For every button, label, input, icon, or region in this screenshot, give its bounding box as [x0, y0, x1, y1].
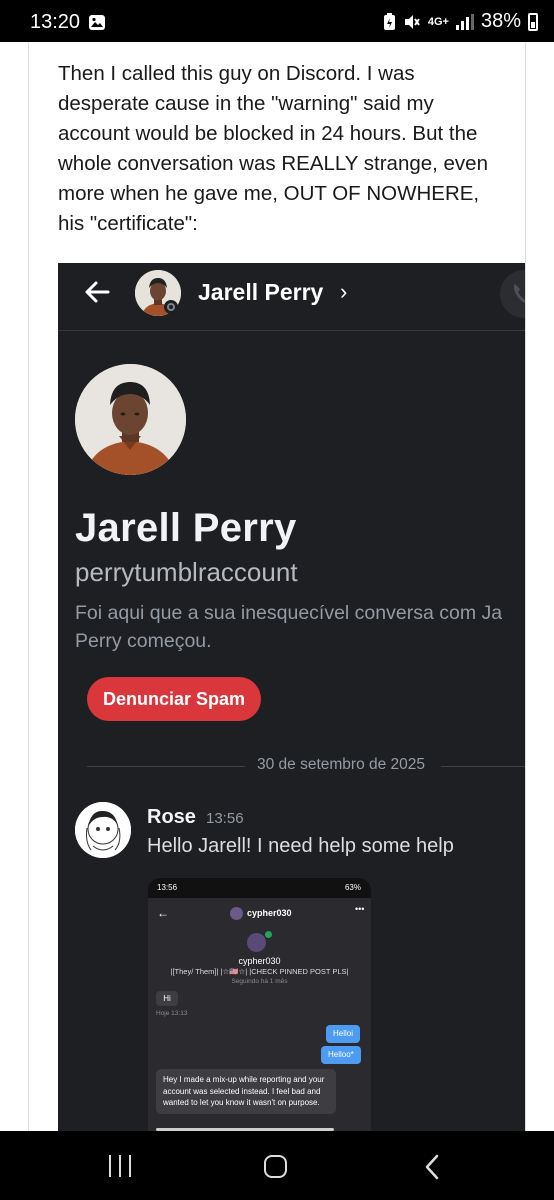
- message-avatar[interactable]: [75, 802, 131, 858]
- chevron-right-icon[interactable]: ›: [340, 279, 347, 305]
- status-indicator: [164, 300, 178, 314]
- embedded-profile-avatar: [247, 933, 266, 952]
- embedded-timestamp: Hoje 13:13: [156, 1010, 188, 1017]
- discord-header: Jarell Perry ›: [58, 263, 525, 331]
- home-icon[interactable]: [264, 1155, 287, 1178]
- embedded-back-arrow-icon: ←: [157, 906, 169, 920]
- profile-avatar[interactable]: [75, 364, 186, 475]
- date-divider-line-left: [87, 766, 245, 767]
- gallery-icon: [89, 15, 105, 30]
- date-divider-line-right: [441, 766, 525, 767]
- message-author[interactable]: Rose: [147, 806, 196, 829]
- embedded-online-indicator: [264, 930, 273, 939]
- embedded-following: Seguindo há 1 mês: [231, 978, 288, 985]
- navigation-bar: [0, 1131, 554, 1200]
- phone-icon: [514, 284, 525, 304]
- embedded-outgoing-message: Helloo*: [321, 1046, 361, 1064]
- profile-username: perrytumblraccount: [75, 557, 298, 587]
- embedded-header-name: cypher030: [247, 908, 292, 918]
- profile-description: Foi aqui que a sua inesquecível conversa…: [75, 599, 525, 655]
- status-icons: 4G+ 38%: [383, 10, 538, 33]
- message-text: Hello Jarell! I need help some help: [147, 835, 454, 857]
- profile-display-name: Jarell Perry: [75, 506, 297, 550]
- call-button[interactable]: [500, 270, 525, 318]
- report-spam-button[interactable]: Denunciar Spam: [87, 677, 261, 721]
- back-icon[interactable]: [422, 1154, 442, 1180]
- embedded-more-icon: •••: [355, 904, 365, 914]
- battery-saver-icon: [383, 12, 395, 30]
- embedded-battery: 63%: [344, 883, 361, 892]
- embedded-incoming-message: Hey I made a mix-up while reporting and …: [156, 1069, 336, 1114]
- embedded-screenshot[interactable]: 13:56 63% ← cypher030 ••• cypher030 |[Th…: [148, 878, 371, 1131]
- discord-screenshot[interactable]: Jarell Perry › Jarell Perry perrytumblra…: [58, 263, 525, 1131]
- embedded-header-avatar: [230, 907, 243, 920]
- back-arrow-icon[interactable]: [82, 277, 112, 307]
- network-type: 4G+: [427, 15, 449, 28]
- description-line-1: Foi aqui que a sua inesquecível conversa…: [75, 602, 503, 624]
- message-time: 13:56: [206, 810, 244, 827]
- header-name[interactable]: Jarell Perry: [198, 279, 323, 306]
- embedded-status-bar: 13:56 63%: [148, 878, 371, 898]
- status-bar: 13:20 4G+ 38%: [0, 0, 554, 42]
- embedded-outgoing-message: Helloi: [326, 1025, 361, 1043]
- status-time: 13:20: [30, 11, 81, 33]
- embedded-profile-bio: |[They/ Them]| |☆🇺🇸☆| |CHECK PINNED POST…: [170, 967, 349, 976]
- description-line-2: Perry começou.: [75, 630, 212, 652]
- recents-icon[interactable]: [109, 1155, 132, 1177]
- embedded-time: 13:56: [157, 883, 178, 892]
- embedded-incoming-message: Hi: [156, 991, 178, 1006]
- mute-icon: [404, 14, 420, 29]
- date-divider: 30 de setembro de 2025: [257, 756, 426, 773]
- signal-icon: [455, 13, 474, 30]
- embedded-profile-name: cypher030: [238, 956, 281, 966]
- post-page: Then I called this guy on Discord. I was…: [0, 42, 554, 1131]
- battery-icon: [528, 12, 538, 31]
- battery-percent: 38%: [480, 10, 521, 32]
- post-body: Then I called this guy on Discord. I was…: [58, 62, 488, 235]
